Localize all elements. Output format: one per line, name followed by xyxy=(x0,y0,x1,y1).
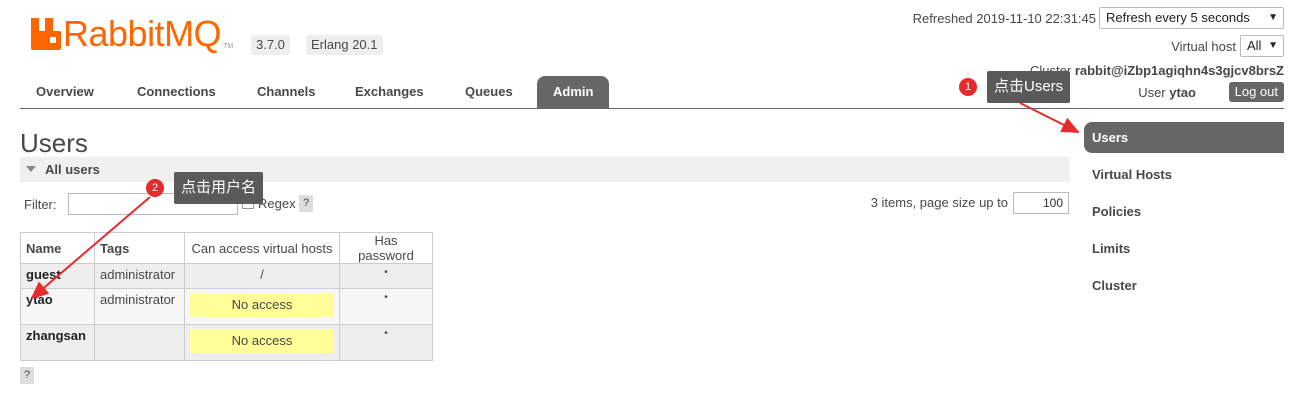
arrow-to-user-name xyxy=(30,196,151,300)
step-2-badge: 2 xyxy=(146,179,164,197)
arrow-to-users-nav xyxy=(1019,102,1080,133)
step-1-callout: 点击Users xyxy=(987,71,1071,103)
step-1-badge: 1 xyxy=(959,78,977,96)
step-2-callout: 点击用户名 xyxy=(174,172,264,204)
